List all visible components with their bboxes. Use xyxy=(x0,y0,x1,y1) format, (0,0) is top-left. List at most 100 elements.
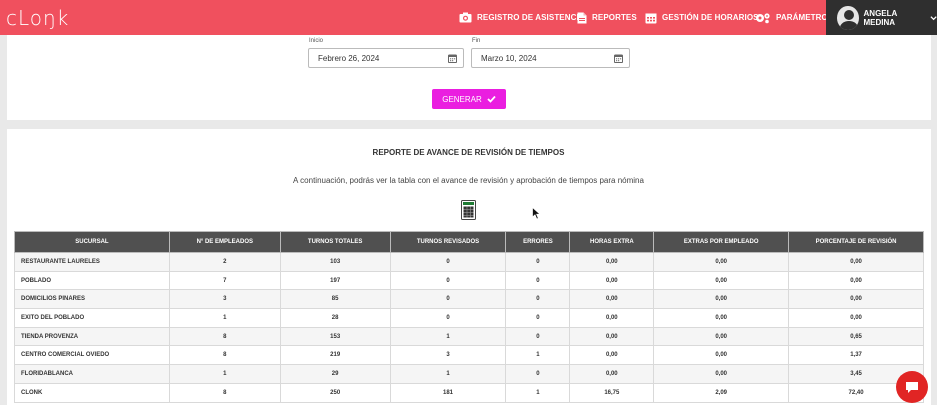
end-date-field[interactable]: Marzo 10, 2024 xyxy=(471,48,630,68)
end-date-value: Marzo 10, 2024 xyxy=(481,53,537,63)
table-row: RESTAURANTE LAURELES 2 103 0 0 0,00 0,00 0,00 xyxy=(14,252,924,272)
calendar-icon xyxy=(645,13,657,23)
table-cell: 1 xyxy=(505,345,571,366)
user-name: ANGELA MEDINA xyxy=(863,8,897,27)
calendar-icon xyxy=(448,54,457,63)
table-cell: 0 xyxy=(505,308,571,328)
table-cell: 0,00 xyxy=(569,364,655,384)
table-cell: 29 xyxy=(279,364,391,384)
table-cell: 1 xyxy=(168,364,281,384)
table-cell: 0,00 xyxy=(788,270,924,291)
start-date-value: Febrero 26, 2024 xyxy=(318,53,380,63)
chat-button[interactable] xyxy=(896,371,928,403)
table-cell: 0 xyxy=(389,289,507,310)
column-header[interactable]: ERRORES xyxy=(505,231,571,253)
user-menu[interactable]: ANGELA MEDINA xyxy=(826,0,937,35)
chevron-down-icon xyxy=(930,15,937,20)
table-cell: 250 xyxy=(279,382,391,403)
table-cell: 0 xyxy=(505,270,571,291)
table-cell: 0,00 xyxy=(569,289,655,310)
table-row: TIENDA PROVENZA 8 153 1 0 0,00 0,00 0,65 xyxy=(14,326,924,347)
table-cell: 85 xyxy=(279,289,391,310)
column-header[interactable]: TURNOS REVISADOS xyxy=(389,231,507,253)
table-row: POBLADO 7 197 0 0 0,00 0,00 0,00 xyxy=(14,270,924,291)
table-cell: EXITO DEL POBLADO xyxy=(14,308,170,328)
mouse-cursor-icon xyxy=(532,207,541,220)
table-cell: 2 xyxy=(168,252,281,272)
column-header[interactable]: SUCURSAL xyxy=(14,231,170,253)
column-header[interactable]: PORCENTAJE DE REVISIÓN xyxy=(788,231,924,253)
table-cell: 1 xyxy=(505,382,571,403)
table-header-row: SUCURSAL N° DE EMPLEADOS TURNOS TOTALES … xyxy=(14,231,924,253)
table-cell: CLONK xyxy=(14,382,170,403)
table-cell: 28 xyxy=(279,308,391,328)
table-cell: 0,00 xyxy=(569,308,655,328)
table-cell: 3 xyxy=(168,289,281,310)
gear-icon xyxy=(756,12,770,23)
top-navigation-bar: cLoŋk REGISTRO DE ASISTENCIA REPORTES GE… xyxy=(0,0,937,35)
clonk-logo[interactable]: cLoŋk xyxy=(6,6,69,30)
table-cell: 0,00 xyxy=(653,308,790,328)
start-date-field[interactable]: Febrero 26, 2024 xyxy=(308,48,464,68)
check-icon xyxy=(487,95,496,103)
table-cell: 0,00 xyxy=(653,270,790,291)
camera-icon xyxy=(459,12,472,23)
table-cell: 0,00 xyxy=(653,364,790,384)
nav-parametros[interactable]: PARÁMETROS xyxy=(755,0,833,35)
table-cell: 0 xyxy=(389,308,507,328)
report-subtitle: A continuación, podrás ver la tabla con … xyxy=(293,176,644,185)
table-cell: 1 xyxy=(389,364,507,384)
nav-label: REPORTES xyxy=(592,13,637,22)
table-cell: 16,75 xyxy=(569,382,655,403)
nav-label: PARÁMETROS xyxy=(776,13,834,22)
avatar xyxy=(837,5,859,30)
table-cell: POBLADO xyxy=(14,270,170,291)
table-cell: 0 xyxy=(505,364,571,384)
table-cell: 1 xyxy=(389,326,507,347)
table-cell: 0,00 xyxy=(569,252,655,272)
column-header[interactable]: N° DE EMPLEADOS xyxy=(168,231,281,253)
table-row: CLONK 8 250 181 1 16,75 2,09 72,40 xyxy=(14,382,924,403)
table-cell: 7 xyxy=(168,270,281,291)
chat-bubble-icon xyxy=(906,381,918,393)
table-cell: 8 xyxy=(168,326,281,347)
column-header[interactable]: TURNOS TOTALES xyxy=(279,231,391,253)
column-header[interactable]: HORAS EXTRA xyxy=(569,231,655,253)
nav-reportes[interactable]: REPORTES xyxy=(577,0,637,35)
table-cell: 0,00 xyxy=(788,308,924,328)
document-icon xyxy=(577,12,587,23)
table-cell: 1 xyxy=(168,308,281,328)
report-table: SUCURSAL N° DE EMPLEADOS TURNOS TOTALES … xyxy=(14,231,924,403)
table-cell: 0 xyxy=(505,252,571,272)
generate-label: GENERAR xyxy=(442,94,482,104)
table-cell: 1,37 xyxy=(788,345,924,366)
nav-gestion-horarios[interactable]: GESTIÓN DE HORARIOS xyxy=(645,0,759,35)
table-cell: 0,00 xyxy=(653,252,790,272)
table-cell: 0 xyxy=(505,326,571,347)
table-cell: 0,00 xyxy=(653,345,790,366)
nav-registro-asistencia[interactable]: REGISTRO DE ASISTENCIA xyxy=(459,0,585,35)
table-cell: 103 xyxy=(279,252,391,272)
table-cell: 197 xyxy=(279,270,391,291)
table-cell: 0,65 xyxy=(788,326,924,347)
excel-download-icon[interactable] xyxy=(461,200,476,220)
column-header[interactable]: EXTRAS POR EMPLEADO xyxy=(653,231,790,253)
table-cell: 0 xyxy=(505,289,571,310)
table-row: CENTRO COMERCIAL OVIEDO 8 219 3 1 0,00 0,00 1,3… xyxy=(14,345,924,366)
table-cell: 0 xyxy=(389,270,507,291)
report-title: REPORTE DE AVANCE DE REVISIÓN DE TIEMPOS xyxy=(372,148,565,157)
generate-button[interactable]: GENERAR xyxy=(432,89,506,109)
table-row: DOMICILIOS PINARES 3 85 0 0 0,00 0,00 0,00 xyxy=(14,289,924,310)
table-cell: 0,00 xyxy=(569,345,655,366)
table-cell: 219 xyxy=(279,345,391,366)
table-cell: CENTRO COMERCIAL OVIEDO xyxy=(14,345,170,366)
table-cell: 0,00 xyxy=(569,270,655,291)
nav-label: GESTIÓN DE HORARIOS xyxy=(662,13,759,22)
table-row: FLORIDABLANCA 1 29 1 0 0,00 0,00 3,45 xyxy=(14,364,924,384)
table-cell: 0,00 xyxy=(653,326,790,347)
table-cell: RESTAURANTE LAURELES xyxy=(14,252,170,272)
table-cell: 153 xyxy=(279,326,391,347)
table-cell: 181 xyxy=(389,382,507,403)
nav-label: REGISTRO DE ASISTENCIA xyxy=(477,13,585,22)
table-cell: 0,00 xyxy=(653,289,790,310)
